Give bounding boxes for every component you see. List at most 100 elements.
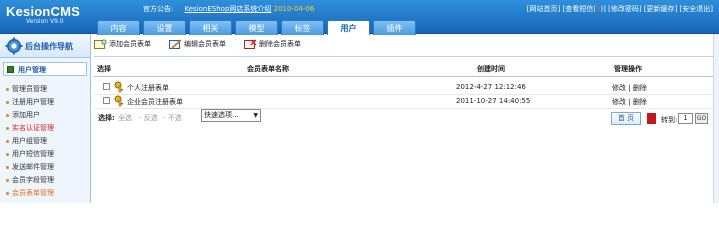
chevron-down-icon: ▼ xyxy=(253,112,258,119)
top-links: [网站首页] [查看短信(1)] [修改密码] [更新缓存] [安全退出] xyxy=(527,4,713,14)
col-actions: 管理操作 xyxy=(614,65,642,73)
form-name: 企业会员注册表单 xyxy=(127,98,183,106)
col-form-name: 会员表单名称 xyxy=(247,65,289,73)
password-link[interactable]: [修改密码] xyxy=(608,5,641,13)
key-icon xyxy=(114,81,123,93)
col-select: 选择 xyxy=(97,65,111,73)
tab-settings[interactable]: 设置 xyxy=(143,20,186,35)
sidebar-item-label: 会员字段管理 xyxy=(12,176,54,184)
sidebar: 后台操作导航 用户管理 管理员管理 注册用户管理 添加用户 实名认证管理 用户组… xyxy=(0,34,91,203)
sidebar-item-real-name-auth[interactable]: 实名认证管理 xyxy=(6,123,54,134)
sidebar-item-user-groups[interactable]: 用户组管理 xyxy=(6,136,47,147)
sidebar-item-label: 注册用户管理 xyxy=(12,98,54,106)
delete-form-button[interactable]: 删除会员表单 xyxy=(244,37,301,51)
tab-tags[interactable]: 标签 xyxy=(281,20,324,35)
sidebar-item-label: 用户组管理 xyxy=(12,137,47,145)
scrollbar[interactable] xyxy=(713,34,719,203)
edit-form-button[interactable]: 编辑会员表单 xyxy=(169,37,226,51)
notice-label: 官方公告: xyxy=(143,5,174,13)
add-form-label: 添加会员表单 xyxy=(109,40,151,48)
table-row[interactable]: 企业会员注册表单 2011-10-27 14:40:55 修改 | 删除 xyxy=(94,94,713,108)
tab-model[interactable]: 模型 xyxy=(235,20,278,35)
sidebar-item-admins[interactable]: 管理员管理 xyxy=(6,84,47,95)
main-panel: 添加会员表单 编辑会员表单 删除会员表单 选择 会员表单名称 创建时间 管理操作 xyxy=(94,34,713,203)
notice-bar: 官方公告: KesionEShop网店系统介绍 2010-04-06 xyxy=(143,4,314,14)
tab-plugins[interactable]: 插件 xyxy=(373,20,416,35)
created-time: 2012-4-27 12:12:46 xyxy=(456,83,526,91)
gear-icon xyxy=(5,37,23,55)
goto-label: 转到: xyxy=(661,116,678,124)
main-tabs: 内容 设置 相关 模型 标签 用户 插件 xyxy=(97,20,419,35)
action-separator: | xyxy=(628,98,631,106)
bullet-icon xyxy=(6,100,9,104)
sidebar-header: 后台操作导航 xyxy=(0,34,90,58)
toolbar: 添加会员表单 编辑会员表单 删除会员表单 xyxy=(94,37,319,51)
sidebar-item-label: 管理员管理 xyxy=(12,85,47,93)
cache-link[interactable]: [更新缓存] xyxy=(644,5,677,13)
bullet-icon xyxy=(6,139,9,143)
page-number-input[interactable]: 1 xyxy=(678,113,693,124)
logout-link[interactable]: [安全退出] xyxy=(680,5,713,13)
sidebar-item-label: 发送邮件管理 xyxy=(12,163,54,171)
menu-section-header[interactable]: 用户管理 xyxy=(3,62,87,76)
row-checkbox[interactable] xyxy=(103,97,110,104)
notice-link[interactable]: KesionEShop网店系统介绍 xyxy=(185,5,272,13)
sidebar-item-member-forms[interactable]: 会员表单管理 xyxy=(6,188,54,199)
sidebar-item-member-fields[interactable]: 会员字段管理 xyxy=(6,175,54,186)
sidebar-item-label: 会员表单管理 xyxy=(12,189,54,197)
version-label: Version V9.0 xyxy=(26,18,64,25)
notice-date: 2010-04-06 xyxy=(273,5,315,13)
tab-content[interactable]: 内容 xyxy=(97,20,140,35)
edit-icon xyxy=(169,38,182,49)
edit-link[interactable]: 修改 xyxy=(612,98,626,106)
logo: KesionCMS xyxy=(6,4,81,19)
messages-link-suffix: )] xyxy=(600,5,606,13)
tab-users[interactable]: 用户 xyxy=(327,20,370,35)
col-created-time: 创建时间 xyxy=(477,65,505,73)
bullet-icon xyxy=(6,126,9,130)
sidebar-item-registered-users[interactable]: 注册用户管理 xyxy=(6,97,54,108)
current-page-marker xyxy=(647,113,656,124)
first-page-button[interactable]: 首 页 xyxy=(611,112,641,125)
selection-label: 选择: xyxy=(98,114,115,122)
key-icon xyxy=(114,95,123,107)
delete-link[interactable]: 删除 xyxy=(633,98,647,106)
table-header: 选择 会员表单名称 创建时间 管理操作 xyxy=(94,62,713,75)
go-button[interactable]: GO xyxy=(695,113,708,124)
bullet-icon xyxy=(6,87,9,91)
messages-link-prefix: [查看短信( xyxy=(562,5,596,13)
delete-icon xyxy=(244,39,257,49)
bullet-icon xyxy=(6,165,9,169)
row-actions: 修改 | 删除 xyxy=(612,83,647,93)
invert-select-link[interactable]: - 反选 xyxy=(139,113,158,123)
sidebar-item-label: 实名认证管理 xyxy=(12,124,54,132)
bullet-icon xyxy=(6,113,9,117)
sidebar-item-label: 添加用户 xyxy=(12,111,40,119)
batch-action-select[interactable]: 快速选项... ▼ xyxy=(201,109,261,122)
tab-related[interactable]: 相关 xyxy=(189,20,232,35)
edit-link[interactable]: 修改 xyxy=(612,84,626,92)
bullet-icon xyxy=(6,178,9,182)
delete-form-label: 删除会员表单 xyxy=(259,40,301,48)
add-form-button[interactable]: 添加会员表单 xyxy=(94,37,151,51)
sidebar-item-send-mail[interactable]: 发送邮件管理 xyxy=(6,162,54,173)
sidebar-item-label: 用户短信管理 xyxy=(12,150,54,158)
row-checkbox[interactable] xyxy=(103,83,110,90)
sidebar-item-user-messages[interactable]: 用户短信管理 xyxy=(6,149,54,160)
created-time: 2011-10-27 14:40:55 xyxy=(456,97,531,105)
top-header: KesionCMS Version V9.0 官方公告: KesionEShop… xyxy=(0,0,719,35)
delete-link[interactable]: 删除 xyxy=(633,84,647,92)
select-all-link[interactable]: 全选 xyxy=(118,113,132,123)
bullet-icon xyxy=(6,152,9,156)
bullet-icon xyxy=(6,191,9,195)
table-header-divider xyxy=(94,76,713,77)
sidebar-item-add-user[interactable]: 添加用户 xyxy=(6,110,40,121)
sidebar-title: 后台操作导航 xyxy=(25,42,73,51)
action-separator: | xyxy=(628,84,631,92)
deselect-link[interactable]: - 不选 xyxy=(163,113,182,123)
form-name: 个人注册表单 xyxy=(127,84,169,92)
messages-link[interactable]: [查看短信(1)] xyxy=(562,5,605,13)
table-row[interactable]: 个人注册表单 2012-4-27 12:12:46 修改 | 删除 xyxy=(94,80,713,94)
home-link[interactable]: [网站首页] xyxy=(527,5,560,13)
add-icon xyxy=(94,38,107,49)
